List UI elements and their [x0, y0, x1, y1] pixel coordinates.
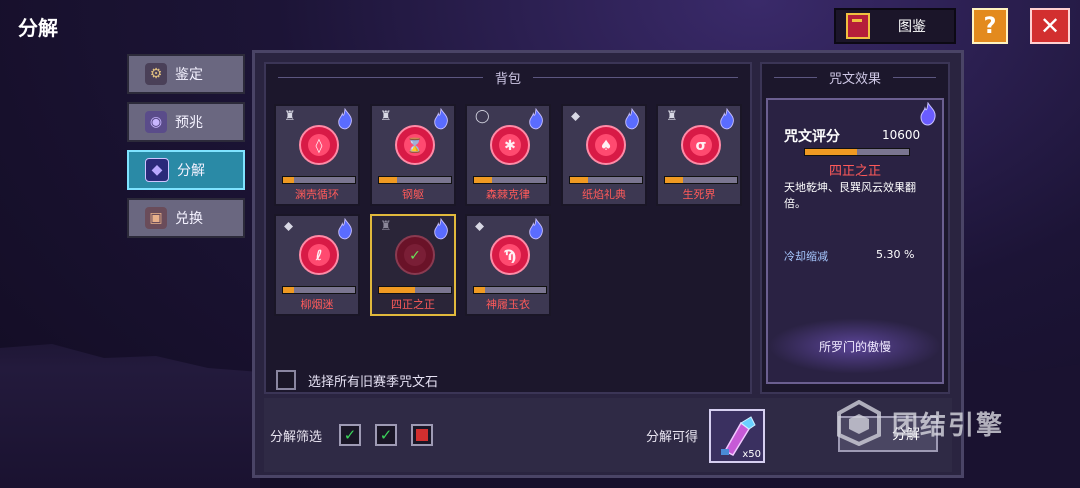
svg-text:Ϡ: Ϡ — [504, 248, 517, 264]
rune-description: 天地乾坤、艮巽风云效果翻倍。 — [784, 181, 916, 210]
rune-name: 渊壳循环 — [295, 188, 339, 201]
svg-text:⌛: ⌛ — [406, 137, 423, 154]
rune-progress-bar — [378, 286, 452, 294]
yield-label: 分解可得 — [646, 430, 699, 445]
filter-checkbox-1[interactable]: ✓ — [339, 424, 361, 446]
flame-icon — [920, 102, 936, 126]
rune-progress-bar — [282, 286, 356, 294]
tab-identify-label: 鉴定 — [175, 67, 203, 83]
effect-title: 咒文效果 — [762, 64, 948, 90]
svg-text:◊: ◊ — [316, 138, 323, 154]
codex-button[interactable]: 图鉴 — [834, 8, 956, 44]
rune-card[interactable]: ♜ ◊ 渊壳循环 — [274, 104, 360, 206]
svg-text:σ: σ — [696, 138, 707, 154]
red-square-icon — [416, 429, 428, 441]
rune-name: 森棘克律 — [486, 188, 530, 201]
codex-label: 图鉴 — [898, 19, 926, 35]
tab-identify[interactable]: ⚙ 鉴定 — [127, 54, 245, 94]
rune-progress-bar — [473, 286, 547, 294]
rune-card[interactable]: ⬥ ℓ 柳烟迷 — [274, 214, 360, 316]
rune-progress-bar — [473, 176, 547, 184]
svg-text:♠: ♠ — [600, 138, 613, 154]
set-name[interactable]: 所罗门的傲慢 — [768, 338, 942, 355]
rune-card[interactable]: ♜ σ 生死界 — [656, 104, 742, 206]
weapon-icon: ⬥ — [475, 219, 485, 234]
score-value: 10600 — [882, 128, 921, 142]
rune-stone-icon: Ϡ — [490, 235, 530, 275]
armor-icon: ♜ — [380, 109, 392, 124]
effect-card: 咒文评分 10600 四正之正 天地乾坤、艮巽风云效果翻倍。 冷却缩减 5.30… — [766, 98, 944, 384]
rune-stone-icon: ♠ — [586, 125, 626, 165]
help-button[interactable]: ? — [972, 8, 1008, 44]
book-icon — [846, 13, 870, 39]
armor-icon: ♜ — [380, 219, 392, 234]
background-hills — [0, 344, 260, 488]
identify-icon: ⚙ — [145, 63, 167, 85]
score-label: 咒文评分 — [784, 129, 840, 145]
watermark-text: 团结引擎 — [892, 410, 1005, 441]
weapon-icon: ⬥ — [571, 109, 581, 124]
rune-progress-bar — [664, 176, 738, 184]
check-icon: ✓ — [379, 425, 393, 444]
rune-card[interactable]: ⬥ Ϡ 神履玉衣 — [465, 214, 551, 316]
score-bar — [804, 148, 910, 156]
cooldown-label: 冷却缩减 — [784, 250, 828, 263]
rune-stone-icon: ℓ — [299, 235, 339, 275]
filter-checkbox-2[interactable]: ✓ — [375, 424, 397, 446]
rune-name: 四正之正 — [828, 164, 881, 179]
armor-icon: ♜ — [666, 109, 678, 124]
check-icon: ✓ — [343, 425, 357, 444]
select-old-season-row[interactable]: 选择所有旧赛季咒文石 — [276, 370, 438, 390]
select-old-season-label: 选择所有旧赛季咒文石 — [308, 374, 439, 390]
rune-name: 神履玉衣 — [486, 298, 530, 311]
weapon-icon: ⬥ — [284, 219, 294, 234]
cooldown-value: 5.30 % — [876, 248, 915, 261]
rune-name: 四正之正 — [391, 298, 435, 311]
rune-card[interactable]: ◯ ✱ 森棘克律 — [465, 104, 551, 206]
yield-item[interactable]: x50 — [709, 409, 765, 463]
tab-exchange-label: 兑换 — [175, 211, 203, 227]
engine-logo-icon — [837, 400, 881, 446]
exchange-icon: ▣ — [145, 207, 167, 229]
rune-progress-bar — [282, 176, 356, 184]
side-tabs: ⚙ 鉴定 ◉ 预兆 ◆ 分解 ▣ 兑换 — [127, 54, 245, 246]
tab-exchange[interactable]: ▣ 兑换 — [127, 198, 245, 238]
rune-progress-bar — [378, 176, 452, 184]
rune-name: 柳烟迷 — [300, 298, 334, 311]
svg-text:✱: ✱ — [504, 138, 516, 154]
rune-stone-icon: ⌛ — [395, 125, 435, 165]
tab-decompose[interactable]: ◆ 分解 — [127, 150, 245, 190]
rune-name: 纸焰礼典 — [582, 188, 626, 201]
rune-progress-bar — [569, 176, 643, 184]
rune-stone-icon: σ — [681, 125, 721, 165]
tab-omen[interactable]: ◉ 预兆 — [127, 102, 245, 142]
filter-checkbox-3[interactable] — [411, 424, 433, 446]
filter-label: 分解筛选 — [270, 430, 323, 445]
tab-omen-label: 预兆 — [175, 115, 203, 131]
armor-icon: ♜ — [284, 109, 296, 124]
rune-stone-icon: ✓ — [395, 235, 435, 275]
rune-card[interactable]: ♜ ⌛ 钢躯 — [370, 104, 456, 206]
select-old-season-checkbox[interactable] — [276, 370, 296, 390]
rune-stone-icon: ✱ — [490, 125, 530, 165]
ring-icon: ◯ — [475, 109, 490, 124]
yield-count: x50 — [742, 449, 761, 460]
watermark: 团结引擎 — [836, 400, 1004, 446]
close-button[interactable]: ✕ — [1030, 8, 1070, 44]
svg-text:✓: ✓ — [409, 248, 421, 264]
inventory-title: 背包 — [266, 64, 750, 90]
tab-decompose-label: 分解 — [177, 163, 205, 179]
rune-card[interactable]: ♜ ✓ 四正之正 — [370, 214, 456, 316]
rune-name: 生死界 — [682, 188, 716, 201]
omen-icon: ◉ — [145, 111, 167, 133]
rune-name: 钢躯 — [402, 188, 424, 201]
decompose-icon: ◆ — [145, 158, 169, 182]
rune-card[interactable]: ⬥ ♠ 纸焰礼典 — [561, 104, 647, 206]
rune-stone-icon: ◊ — [299, 125, 339, 165]
page-title: 分解 — [18, 16, 58, 40]
svg-text:ℓ: ℓ — [315, 248, 323, 264]
